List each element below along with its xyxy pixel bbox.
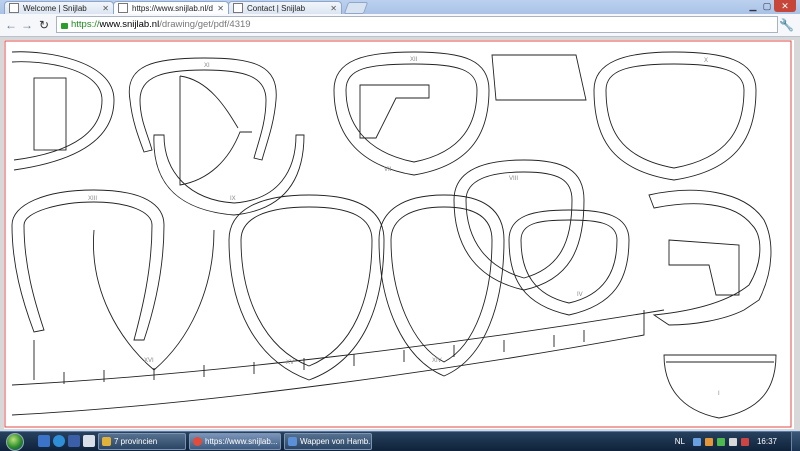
browser-icon bbox=[288, 437, 297, 446]
start-button[interactable] bbox=[4, 432, 26, 451]
explorer-icon[interactable] bbox=[38, 435, 50, 447]
tab-title: Contact | Snijlab bbox=[247, 3, 306, 13]
network-icon[interactable] bbox=[716, 437, 725, 446]
part-label: VII bbox=[384, 167, 392, 173]
minimize-icon[interactable]: ▁ bbox=[746, 0, 760, 12]
part-label: I bbox=[718, 391, 720, 397]
lock-icon bbox=[61, 22, 68, 29]
keel-notches bbox=[33, 330, 585, 384]
tab-close-icon[interactable]: ✕ bbox=[217, 4, 224, 13]
frame-viii bbox=[453, 159, 585, 291]
taskbar-item-wappen[interactable]: Wappen von Hamb... bbox=[284, 433, 372, 450]
frame-xvi bbox=[93, 229, 215, 371]
forward-arrow-icon[interactable]: → bbox=[20, 17, 34, 33]
avast-icon[interactable] bbox=[704, 437, 713, 446]
taskbar-item-chrome[interactable]: https://www.snijlab... bbox=[189, 433, 281, 450]
tab-title: Welcome | Snijlab bbox=[23, 3, 87, 13]
back-arrow-icon[interactable]: ← bbox=[4, 17, 18, 33]
show-desktop-button[interactable] bbox=[791, 432, 800, 451]
frame-xi bbox=[128, 57, 277, 161]
arrow-up-icon[interactable] bbox=[692, 437, 701, 446]
tab-contact[interactable]: Contact | Snijlab ✕ bbox=[228, 1, 342, 14]
language-indicator[interactable]: NL bbox=[675, 437, 685, 446]
volume-icon[interactable] bbox=[728, 437, 737, 446]
windows-orb-icon bbox=[6, 432, 24, 451]
part-label: IX bbox=[230, 196, 236, 202]
task-label: Wappen von Hamb... bbox=[300, 437, 372, 446]
tab-strip: Welcome | Snijlab ✕ https://www.snijlab.… bbox=[0, 0, 800, 14]
favicon-icon bbox=[9, 3, 19, 13]
part-label: XV bbox=[286, 360, 294, 366]
taskbar: 7 provincien https://www.snijlab... Wapp… bbox=[0, 431, 800, 451]
show-desktop-icon[interactable] bbox=[83, 435, 95, 447]
reload-icon[interactable]: ↻ bbox=[37, 17, 51, 33]
window-controls: ▁ ▢ ✕ bbox=[746, 0, 796, 12]
part-label: XVI bbox=[144, 358, 154, 364]
new-tab-button[interactable] bbox=[343, 2, 369, 14]
url-path: /drawing/get/pdf/4319 bbox=[159, 19, 251, 30]
url-scheme: https:// bbox=[71, 19, 100, 30]
hull-piece-insert bbox=[668, 239, 740, 296]
browser-toolbar: ← → ↻ https://www.snijlab.nl/drawing/get… bbox=[0, 14, 800, 37]
wrench-menu-icon[interactable]: 🔧 bbox=[779, 18, 794, 32]
flag-icon[interactable] bbox=[740, 437, 749, 446]
tab-welcome[interactable]: Welcome | Snijlab ✕ bbox=[4, 1, 114, 14]
part-label: IV bbox=[577, 292, 583, 298]
drawing-sheet: XI IX XII VII X XIII VIII IV XVI XV XIV … bbox=[4, 40, 794, 429]
favicon-icon bbox=[118, 3, 128, 13]
part-label: X bbox=[704, 58, 708, 64]
clock[interactable]: 16:37 bbox=[757, 437, 777, 446]
frame-xiii bbox=[11, 189, 165, 341]
cut-drawing: XI IX XII VII X XIII VIII IV XVI XV XIV … bbox=[4, 40, 792, 428]
address-bar[interactable]: https://www.snijlab.nl/drawing/get/pdf/4… bbox=[56, 16, 778, 33]
close-window-icon[interactable]: ✕ bbox=[774, 0, 796, 12]
tab-title: https://www.snijlab.nl/dr bbox=[132, 3, 214, 13]
pdf-viewer: XI IX XII VII X XIII VIII IV XVI XV XIV … bbox=[0, 37, 800, 430]
frame-xii bbox=[333, 51, 490, 176]
favicon-icon bbox=[233, 3, 243, 13]
document-icon bbox=[102, 437, 111, 446]
part-label: VIII bbox=[509, 176, 518, 182]
sheet-frame bbox=[4, 40, 792, 428]
url-host: www.snijlab.nl bbox=[99, 19, 160, 30]
part-label: XI bbox=[204, 63, 210, 69]
tab-drawing[interactable]: https://www.snijlab.nl/dr ✕ bbox=[113, 1, 229, 14]
internet-explorer-icon[interactable] bbox=[53, 435, 65, 447]
part-label: XIII bbox=[88, 196, 97, 202]
tab-close-icon[interactable]: ✕ bbox=[102, 4, 109, 13]
task-label: https://www.snijlab... bbox=[205, 437, 278, 446]
frame-part bbox=[11, 51, 115, 171]
task-label: 7 provincien bbox=[114, 437, 158, 446]
system-tray: NL 16:37 bbox=[675, 432, 800, 451]
part-label: XIV bbox=[432, 358, 442, 364]
frame-vii bbox=[491, 54, 587, 101]
frame-x bbox=[593, 51, 757, 181]
maximize-icon[interactable]: ▢ bbox=[760, 0, 774, 12]
part-label: XII bbox=[410, 57, 418, 63]
rect-part bbox=[33, 77, 67, 151]
media-icon[interactable] bbox=[68, 435, 80, 447]
tab-close-icon[interactable]: ✕ bbox=[330, 4, 337, 13]
chrome-icon bbox=[193, 437, 202, 446]
frame-xv bbox=[228, 194, 385, 381]
taskbar-item-provincien[interactable]: 7 provincien bbox=[98, 433, 186, 450]
frame-ix bbox=[153, 134, 305, 216]
frame-i bbox=[663, 354, 777, 419]
frame-xii-insert bbox=[359, 84, 430, 139]
hull-piece-right bbox=[648, 189, 772, 326]
keel-strip bbox=[11, 309, 665, 416]
frame-xi-insert bbox=[179, 75, 252, 186]
